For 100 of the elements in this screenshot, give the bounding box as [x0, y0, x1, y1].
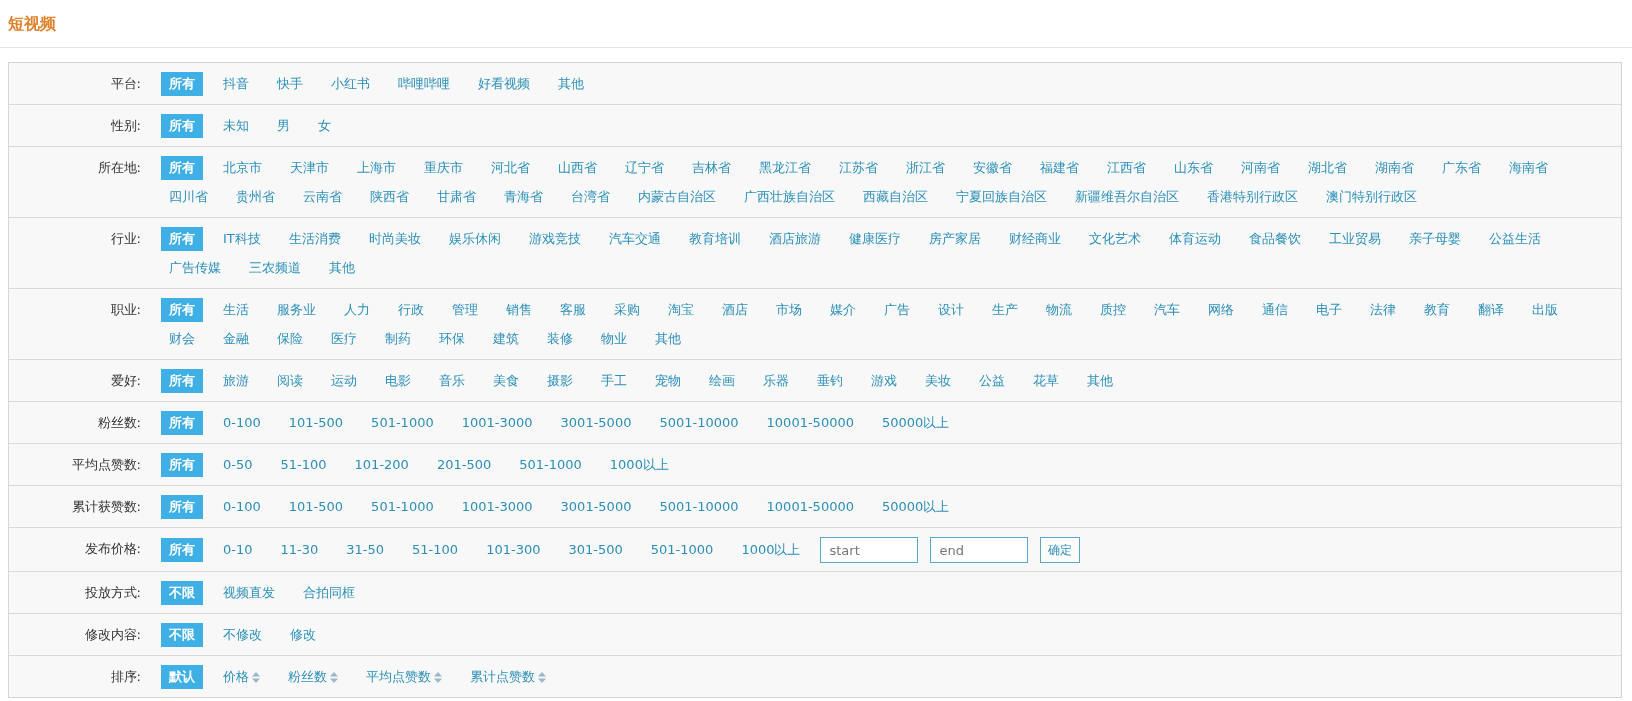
- filter-option[interactable]: 游戏竞技: [520, 227, 589, 251]
- filter-option[interactable]: 广东省: [1434, 156, 1489, 180]
- filter-option[interactable]: 新疆维吾尔自治区: [1067, 185, 1187, 209]
- filter-option[interactable]: 乐器: [755, 369, 797, 393]
- filter-option[interactable]: 所有: [161, 495, 203, 519]
- filter-option[interactable]: 1000以上: [601, 453, 677, 477]
- filter-option[interactable]: 游戏: [863, 369, 905, 393]
- filter-option[interactable]: 修改: [282, 623, 324, 647]
- filter-option[interactable]: 不限: [161, 581, 203, 605]
- filter-option[interactable]: 10001-50000: [758, 495, 862, 519]
- filter-option[interactable]: 31-50: [338, 538, 393, 562]
- filter-option[interactable]: 教育培训: [680, 227, 749, 251]
- filter-option[interactable]: 天津市: [282, 156, 337, 180]
- filter-option[interactable]: 51-100: [404, 538, 467, 562]
- filter-option[interactable]: 501-1000: [363, 495, 442, 519]
- filter-option[interactable]: 美食: [485, 369, 527, 393]
- filter-option[interactable]: 音乐: [431, 369, 473, 393]
- filter-option[interactable]: 生产: [984, 298, 1026, 322]
- filter-option[interactable]: 0-50: [215, 453, 261, 477]
- filter-option[interactable]: 501-1000: [511, 453, 590, 477]
- filter-option[interactable]: 51-100: [272, 453, 335, 477]
- filter-option[interactable]: 所有: [161, 156, 203, 180]
- filter-option[interactable]: 50000以上: [873, 411, 958, 435]
- filter-option[interactable]: 山东省: [1166, 156, 1221, 180]
- filter-option[interactable]: 采购: [606, 298, 648, 322]
- filter-option[interactable]: 5001-10000: [651, 495, 747, 519]
- filter-option[interactable]: 5001-10000: [651, 411, 747, 435]
- filter-option[interactable]: 广告: [876, 298, 918, 322]
- filter-option[interactable]: 汽车交通: [600, 227, 669, 251]
- filter-option[interactable]: 福建省: [1032, 156, 1087, 180]
- filter-option[interactable]: 销售: [498, 298, 540, 322]
- filter-option[interactable]: 快手: [269, 72, 311, 96]
- filter-option[interactable]: 0-100: [215, 495, 269, 519]
- filter-option[interactable]: 淘宝: [660, 298, 702, 322]
- filter-option[interactable]: 湖南省: [1367, 156, 1422, 180]
- filter-option[interactable]: 好看视频: [470, 72, 538, 96]
- filter-option[interactable]: 501-1000: [642, 538, 722, 562]
- filter-option[interactable]: 澳门特别行政区: [1318, 185, 1425, 209]
- filter-option[interactable]: 301-500: [560, 538, 631, 562]
- filter-option[interactable]: 北京市: [215, 156, 270, 180]
- filter-option[interactable]: 出版: [1524, 298, 1566, 322]
- filter-option[interactable]: 人力: [336, 298, 378, 322]
- filter-option[interactable]: 财经商业: [1000, 227, 1069, 251]
- filter-option[interactable]: 公益: [971, 369, 1013, 393]
- filter-option[interactable]: 云南省: [295, 185, 350, 209]
- filter-option[interactable]: 3001-5000: [552, 411, 640, 435]
- filter-option[interactable]: 10001-50000: [758, 411, 862, 435]
- filter-option[interactable]: 其他: [647, 327, 689, 351]
- filter-option[interactable]: 手工: [593, 369, 635, 393]
- filter-option[interactable]: 甘肃省: [429, 185, 484, 209]
- filter-option[interactable]: 生活消费: [280, 227, 349, 251]
- filter-option[interactable]: 垂钓: [809, 369, 851, 393]
- filter-option[interactable]: 江苏省: [831, 156, 886, 180]
- filter-option[interactable]: 3001-5000: [552, 495, 640, 519]
- price-input-field[interactable]: end: [930, 537, 1029, 563]
- filter-option[interactable]: 质控: [1092, 298, 1134, 322]
- filter-option[interactable]: 摄影: [539, 369, 581, 393]
- filter-option[interactable]: 陕西省: [362, 185, 417, 209]
- filter-option[interactable]: 花草: [1025, 369, 1067, 393]
- filter-option[interactable]: 制药: [377, 327, 419, 351]
- filter-option[interactable]: 上海市: [349, 156, 404, 180]
- filter-option[interactable]: 酒店旅游: [760, 227, 829, 251]
- filter-option[interactable]: 所有: [161, 453, 203, 477]
- filter-option[interactable]: 贵州省: [228, 185, 283, 209]
- filter-option[interactable]: 体育运动: [1160, 227, 1229, 251]
- filter-option[interactable]: 健康医疗: [840, 227, 909, 251]
- filter-option[interactable]: 文化艺术: [1080, 227, 1149, 251]
- filter-option[interactable]: 电子: [1308, 298, 1350, 322]
- filter-option[interactable]: 海南省: [1501, 156, 1556, 180]
- filter-option[interactable]: 财会: [161, 327, 203, 351]
- filter-option[interactable]: 西藏自治区: [855, 185, 936, 209]
- filter-option[interactable]: 湖北省: [1300, 156, 1355, 180]
- filter-option[interactable]: 男: [269, 114, 298, 138]
- filter-option[interactable]: 1001-3000: [453, 495, 541, 519]
- filter-option[interactable]: 青海省: [496, 185, 551, 209]
- filter-option[interactable]: 食品餐饮: [1240, 227, 1309, 251]
- filter-option[interactable]: 设计: [930, 298, 972, 322]
- price-input-field[interactable]: start: [820, 537, 919, 563]
- filter-option[interactable]: 抖音: [215, 72, 257, 96]
- filter-option[interactable]: 旅游: [215, 369, 257, 393]
- filter-option[interactable]: 娱乐休闲: [440, 227, 509, 251]
- filter-option[interactable]: 合拍同框: [295, 581, 363, 605]
- filter-option[interactable]: 市场: [768, 298, 810, 322]
- filter-option[interactable]: 三农频道: [241, 256, 309, 280]
- filter-option[interactable]: 运动: [323, 369, 365, 393]
- filter-option[interactable]: 累计点赞数: [462, 665, 554, 689]
- filter-option[interactable]: 行政: [390, 298, 432, 322]
- filter-option[interactable]: 宠物: [647, 369, 689, 393]
- filter-option[interactable]: 媒介: [822, 298, 864, 322]
- filter-option[interactable]: 101-500: [280, 495, 352, 519]
- filter-option[interactable]: 所有: [161, 411, 203, 435]
- filter-option[interactable]: 公益生活: [1480, 227, 1549, 251]
- filter-option[interactable]: 客服: [552, 298, 594, 322]
- filter-option[interactable]: 1000以上: [733, 538, 809, 562]
- filter-option[interactable]: 管理: [444, 298, 486, 322]
- filter-option[interactable]: 0-10: [215, 538, 261, 562]
- filter-option[interactable]: 环保: [431, 327, 473, 351]
- filter-option[interactable]: 物业: [593, 327, 635, 351]
- filter-option[interactable]: 电影: [377, 369, 419, 393]
- filter-option[interactable]: 河北省: [483, 156, 538, 180]
